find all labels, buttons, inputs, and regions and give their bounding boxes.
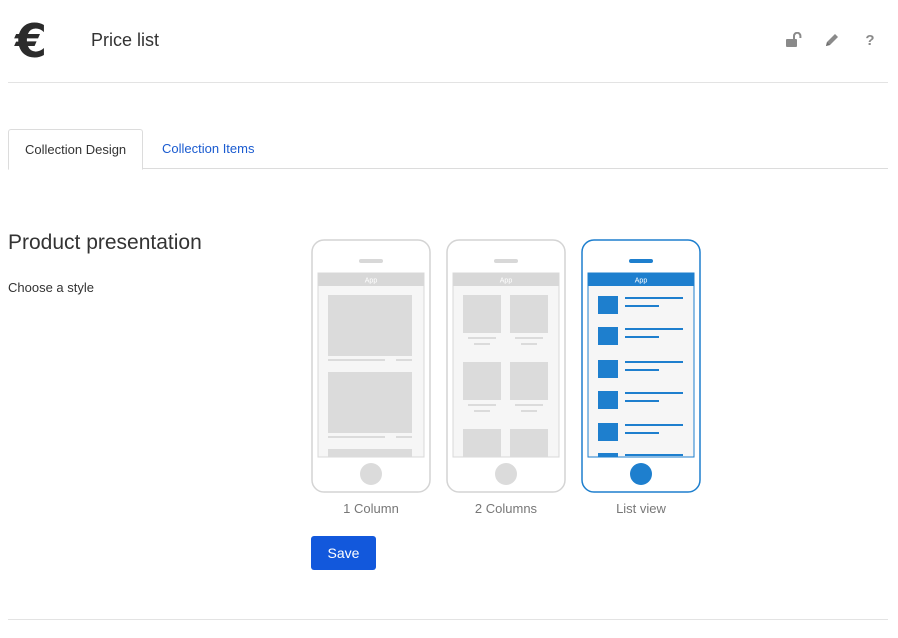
phone-two-columns-illustration: App: [446, 239, 566, 493]
help-icon: ?: [865, 31, 875, 49]
style-label-2-columns: 2 Columns: [474, 501, 538, 516]
edit-button[interactable]: [822, 30, 842, 50]
euro-icon: €: [15, 14, 48, 68]
tab-collection-items[interactable]: Collection Items: [146, 129, 270, 169]
tab-collection-design[interactable]: Collection Design: [8, 129, 144, 170]
unlock-button[interactable]: [784, 30, 804, 50]
unlock-icon: [786, 32, 802, 47]
section-subtitle: Choose a style: [8, 280, 94, 295]
header-actions: ?: [784, 30, 880, 50]
help-button[interactable]: ?: [860, 30, 880, 50]
style-label-list-view: List view: [616, 501, 666, 516]
phone-header-text: App: [500, 278, 513, 285]
style-option-list-view[interactable]: App List view: [581, 239, 701, 516]
phone-list-view-illustration: App: [581, 239, 701, 493]
phone-one-column-illustration: App: [311, 239, 431, 493]
header: € Price list ?: [8, 0, 888, 83]
save-button[interactable]: Save: [311, 536, 376, 570]
style-options: App 1 Column App 2 Columns App List view: [311, 239, 701, 516]
phone-header-text: App: [635, 278, 648, 285]
tab-bar: Collection Design Collection Items: [8, 129, 888, 170]
style-option-1-column[interactable]: App 1 Column: [311, 239, 431, 516]
section-title: Product presentation: [8, 231, 202, 254]
page-title: Price list: [91, 30, 160, 50]
style-option-2-columns[interactable]: App 2 Columns: [446, 239, 566, 516]
phone-header-text: App: [365, 278, 378, 285]
footer-divider: [8, 619, 888, 620]
style-label-1-column: 1 Column: [343, 501, 399, 516]
pencil-icon: [826, 34, 838, 46]
